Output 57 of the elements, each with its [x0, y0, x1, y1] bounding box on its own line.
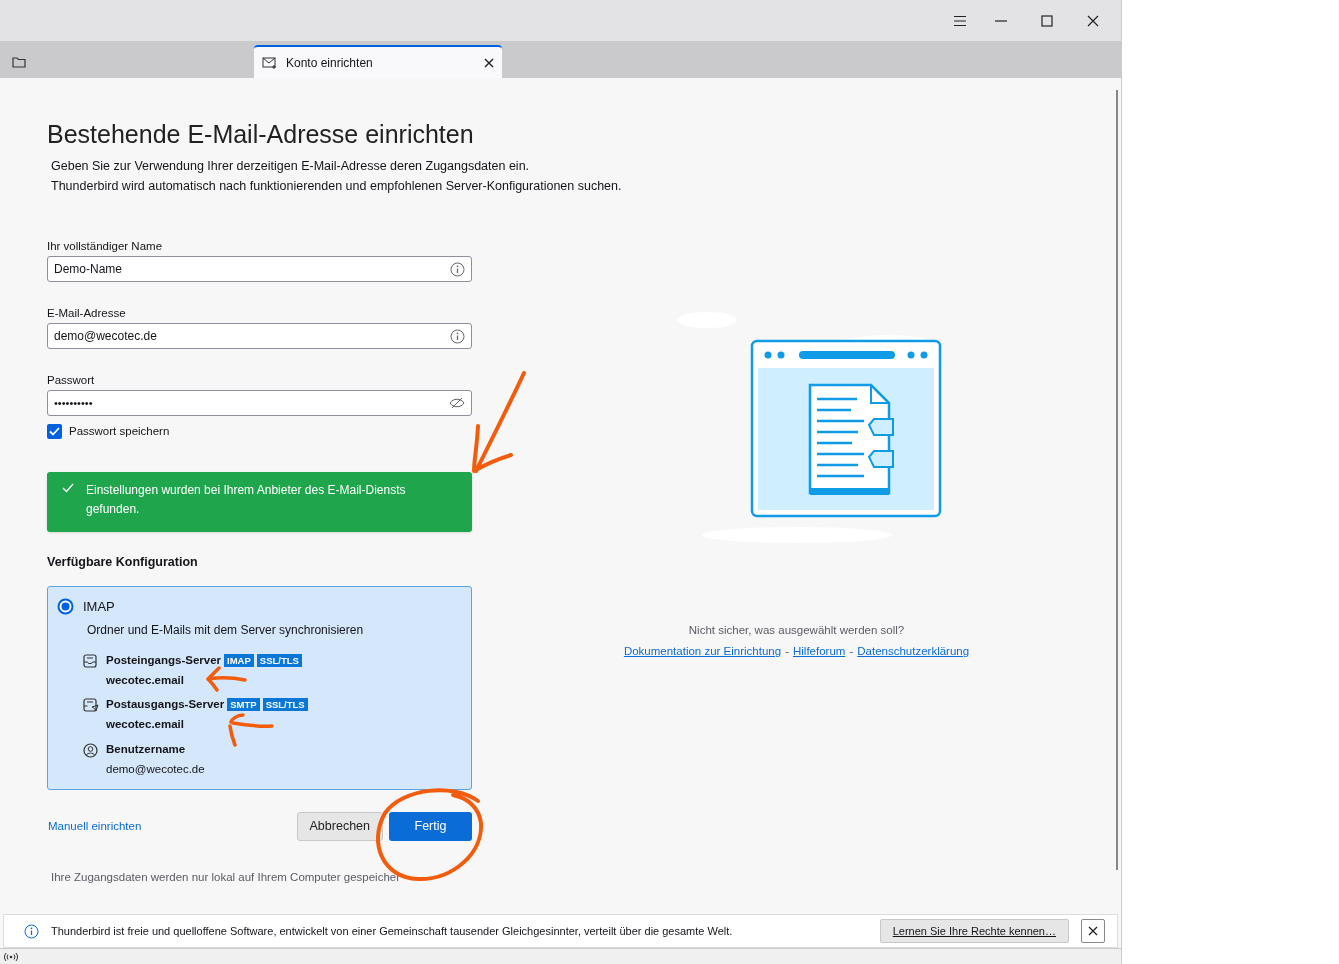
- cancel-button[interactable]: Abbrechen: [296, 812, 383, 841]
- outbox-icon: [83, 698, 99, 713]
- separator-text: -: [785, 644, 789, 660]
- annotation-arrow: [205, 665, 249, 692]
- folder-icon: [12, 55, 26, 68]
- server-label: Postausgangs-Server: [106, 697, 225, 712]
- done-button[interactable]: Fertig: [389, 812, 472, 841]
- user-icon: [83, 742, 98, 758]
- notification-text: Thunderbird ist freie und quelloffene Software, entwickelt von einer Gemeinschaft tausender Gleichgesinnter, verteilt über die gesamte Welt.: [51, 923, 734, 939]
- annotation-arrow: [227, 712, 275, 748]
- inbox-icon: [83, 653, 97, 668]
- help-question: Nicht sicher, was ausgewählt werden soll?: [688, 623, 905, 638]
- input-field[interactable]: Demo-Name: [47, 256, 472, 282]
- server-value: wecotec.email: [106, 672, 184, 688]
- field-label: Ihr vollständiger Name: [47, 239, 164, 254]
- checkbox-label: Passwort speichern: [69, 424, 170, 439]
- password-field[interactable]: ••••••••••: [47, 390, 472, 416]
- rights-button[interactable]: Lernen Sie Ihre Rechte kennen…: [879, 919, 1069, 943]
- server-label: Posteingangs-Server: [106, 652, 222, 668]
- info-icon: [24, 923, 39, 939]
- protocol-tag: SSL/TLS: [256, 653, 302, 667]
- protocol-tag: IMAP: [224, 653, 254, 667]
- checkmark-icon: [62, 483, 74, 494]
- menu-icon[interactable]: [953, 14, 967, 27]
- protocol-tag: SSL/TLS: [262, 698, 308, 712]
- info-icon[interactable]: [450, 328, 465, 344]
- protocol-tag: SMTP: [227, 698, 260, 712]
- help-link[interactable]: Hilfeforum: [793, 643, 846, 661]
- checkbox[interactable]: [47, 424, 62, 440]
- info-icon[interactable]: [450, 261, 465, 277]
- option-label: IMAP: [83, 598, 115, 616]
- option-description: Ordner und E-Mails mit dem Server synchronisieren: [86, 621, 365, 639]
- close-button[interactable]: [1081, 919, 1105, 943]
- close-icon[interactable]: [484, 57, 494, 68]
- privacy-note: Ihre Zugangsdaten werden nur lokal auf Ihrem Computer gespeicher: [51, 870, 401, 885]
- server-value: wecotec.email: [106, 717, 184, 733]
- section-heading: Verfügbare Konfiguration: [47, 554, 199, 572]
- separator-text: -: [849, 644, 854, 660]
- tab[interactable]: Konto einrichten: [254, 45, 502, 78]
- radio-button[interactable]: [57, 598, 74, 616]
- success-message: Einstellungen wurden bei Ihrem Anbieter des E-Mail-Diensts gefunden.: [86, 482, 407, 519]
- close-icon: [1088, 926, 1098, 936]
- help-link[interactable]: Dokumentation zur Einrichtung: [623, 643, 782, 661]
- intro-text: Geben Sie zur Verwendung Ihrer derzeitigen E-Mail-Adresse deren Zugangsdaten ein.: [51, 158, 530, 175]
- manual-setup-link[interactable]: Manuell einrichten: [47, 817, 297, 836]
- server-value: demo@wecotec.de: [106, 761, 205, 777]
- config-card[interactable]: IMAP Ordner und E-Mails mit dem Server synchronisieren Posteingangs-Server IMAP SSL/TLS wecotec.email Postausgangs-Server SMTP SSL/TLS wecotec.email Benutzername demo@wecotec.de: [47, 586, 472, 790]
- server-label: Benutzername: [106, 741, 186, 757]
- intro-text: Thunderbird wird automatisch nach funktionierenden und empfohlenen Server-Konfigurationen suchen.: [51, 178, 622, 195]
- signal-icon: [4, 951, 18, 962]
- envelope-plus-icon: [262, 56, 278, 69]
- input-field[interactable]: demo@wecotec.de: [47, 323, 472, 349]
- help-link[interactable]: Datenschutzerklärung: [857, 643, 970, 661]
- field-label: E-Mail-Adresse: [47, 306, 127, 321]
- field-label: Passwort: [47, 373, 96, 388]
- page-heading: Bestehende E-Mail-Adresse einrichten: [47, 119, 474, 150]
- hidden-eye-icon[interactable]: [449, 397, 465, 409]
